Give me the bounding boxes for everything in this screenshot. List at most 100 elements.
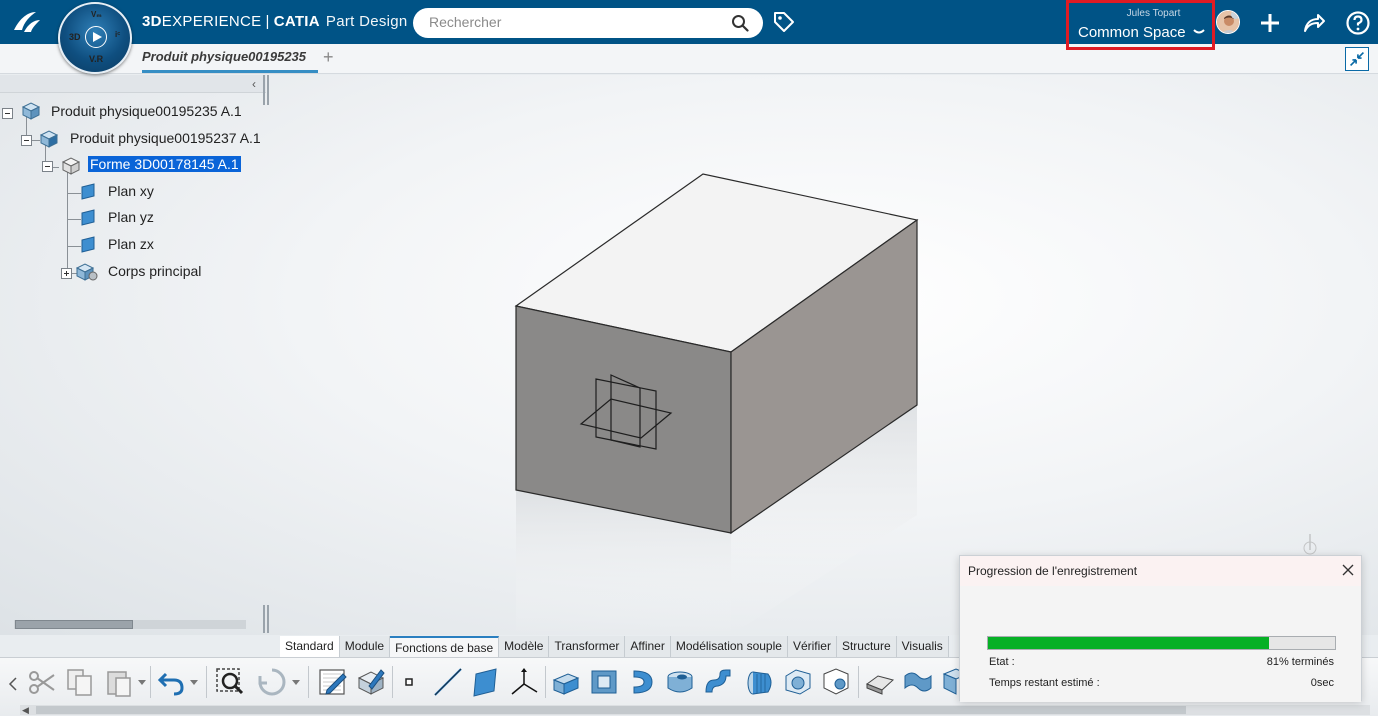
tab-fonctions-de-base[interactable]: Fonctions de base <box>390 636 500 657</box>
tree-hscrollbar[interactable] <box>14 620 246 629</box>
hole-icon[interactable] <box>664 666 696 698</box>
product-icon <box>39 130 59 148</box>
dropdown-arrow-icon[interactable] <box>290 666 302 698</box>
collapse-toggle[interactable] <box>2 108 13 119</box>
tab-structure[interactable]: Structure <box>836 636 897 657</box>
pad-icon[interactable] <box>550 666 582 698</box>
axis-system-icon[interactable] <box>508 666 540 698</box>
action-bar-scrollbar[interactable]: ◀ <box>20 705 1370 715</box>
progress-fill <box>988 637 1270 649</box>
tree-label-plan-zx: Plan zx <box>108 236 154 252</box>
scrollbar-thumb[interactable] <box>36 706 1186 714</box>
tree-label-shape: Forme 3D00178145 A.1 <box>88 156 241 172</box>
dassault-logo-icon[interactable] <box>10 8 44 36</box>
tab-visualis[interactable]: Visualis <box>896 636 949 657</box>
tab-modelisation-souple[interactable]: Modélisation souple <box>670 636 788 657</box>
plane-icon[interactable] <box>470 666 502 698</box>
plane-icon <box>81 183 95 200</box>
tab-affiner[interactable]: Affiner <box>625 636 671 657</box>
remaining-value: 0sec <box>1310 677 1334 689</box>
thick-surface-icon[interactable] <box>864 666 896 698</box>
app-title: 3DEXPERIENCE | CATIA Part Design <box>142 13 408 30</box>
compass-widget[interactable]: Vₘ 3D iᶜ V.R <box>58 2 132 74</box>
user-name: Jules Topart <box>1126 8 1181 19</box>
dialog-header: Progression de l'enregistrement <box>960 556 1361 586</box>
cut-icon[interactable] <box>26 666 58 698</box>
avatar-badge <box>1231 11 1239 19</box>
space-name: Common Space <box>1078 24 1186 41</box>
product-icon <box>21 102 41 120</box>
brand-experience: EXPERIENCE <box>161 13 262 30</box>
compass-left-label: 3D <box>69 32 81 42</box>
search-input[interactable] <box>429 14 729 30</box>
tree-label-plan-xy: Plan xy <box>108 183 154 199</box>
line-icon[interactable] <box>432 666 464 698</box>
shaft-icon[interactable] <box>626 666 658 698</box>
chevron-down-icon <box>1193 29 1205 34</box>
pocket-icon[interactable] <box>588 666 620 698</box>
dropdown-arrow-icon[interactable] <box>188 666 200 698</box>
sketch-icon[interactable] <box>317 666 349 698</box>
tree-label-plan-yz: Plan yz <box>108 209 154 225</box>
search-box <box>413 8 763 38</box>
collapse-toggle[interactable] <box>42 161 53 172</box>
top-bar: 3DEXPERIENCE|CATIAPart Design Jules Topa… <box>0 0 1378 50</box>
role-name: Part Design <box>325 13 408 30</box>
3d-viewport[interactable]: ‹ Produit physique00195235 A.1 Produit p… <box>0 75 1378 635</box>
space-selector[interactable]: Jules Topart Common Space <box>1066 0 1215 50</box>
close-icon[interactable] <box>1341 563 1355 577</box>
plane-icon <box>81 209 95 226</box>
avatar[interactable] <box>1216 10 1240 34</box>
add-tab-button[interactable]: + <box>323 47 334 68</box>
add-feature-icon[interactable] <box>820 666 852 698</box>
undo-icon[interactable] <box>156 666 188 698</box>
remove-icon[interactable] <box>782 666 814 698</box>
close-surface-icon[interactable] <box>902 666 934 698</box>
tab-document[interactable]: Produit physique00195235 <box>142 49 318 73</box>
collapse-toggle[interactable] <box>21 135 32 146</box>
part-body-icon <box>75 263 98 281</box>
save-progress-dialog: Progression de l'enregistrement Etat : 8… <box>959 555 1362 702</box>
action-bar-tabs: Standard Module Fonctions de base Modèle Tra… <box>280 636 949 657</box>
tree-label-root: Produit physique00195235 A.1 <box>51 103 242 119</box>
tab-verifier[interactable]: Vérifier <box>787 636 837 657</box>
help-icon[interactable] <box>1345 10 1371 36</box>
collapse-icon[interactable] <box>1345 47 1369 71</box>
title-separator: | <box>265 13 270 30</box>
paste-icon[interactable] <box>104 666 136 698</box>
expand-toggle[interactable] <box>61 268 72 279</box>
tag-icon[interactable] <box>772 10 796 34</box>
copy-icon[interactable] <box>64 666 96 698</box>
tab-module[interactable]: Module <box>339 636 391 657</box>
tab-standard[interactable]: Standard <box>280 636 340 657</box>
part-shape-icon <box>61 157 81 175</box>
remaining-label: Temps restant estimé : <box>989 677 1100 689</box>
share-icon[interactable] <box>1301 10 1327 36</box>
app-name: CATIA <box>273 13 320 30</box>
tab-transformer[interactable]: Transformer <box>549 636 626 657</box>
dropdown-arrow-icon[interactable] <box>136 666 148 698</box>
state-value: 81% terminés <box>1266 656 1334 668</box>
positioned-sketch-icon[interactable] <box>355 666 387 698</box>
plus-icon[interactable] <box>1257 10 1283 36</box>
zoom-fit-icon[interactable] <box>214 666 246 698</box>
state-label: Etat : <box>989 656 1015 668</box>
rotate-icon[interactable] <box>256 666 288 698</box>
scrollbar-thumb[interactable] <box>15 620 133 629</box>
dialog-title: Progression de l'enregistrement <box>968 564 1138 578</box>
compass-right-label: iᶜ <box>115 30 121 39</box>
tree-label-body: Corps principal <box>108 263 202 279</box>
chevron-left-icon[interactable] <box>8 668 18 700</box>
tab-modele[interactable]: Modèle <box>499 636 550 657</box>
brand-3d: 3D <box>142 13 162 30</box>
progress-bar <box>987 636 1336 650</box>
plane-icon <box>81 236 95 253</box>
compass-top-label: Vₘ <box>91 10 102 19</box>
rib-icon[interactable] <box>702 666 734 698</box>
play-icon[interactable] <box>85 26 107 48</box>
point-icon[interactable] <box>395 666 427 698</box>
dialog-body: Etat : 81% terminés Temps restant estimé… <box>960 586 1361 702</box>
scroll-left-icon[interactable]: ◀ <box>22 705 29 716</box>
multi-section-solid-icon[interactable] <box>744 666 776 698</box>
search-icon[interactable] <box>731 14 749 32</box>
